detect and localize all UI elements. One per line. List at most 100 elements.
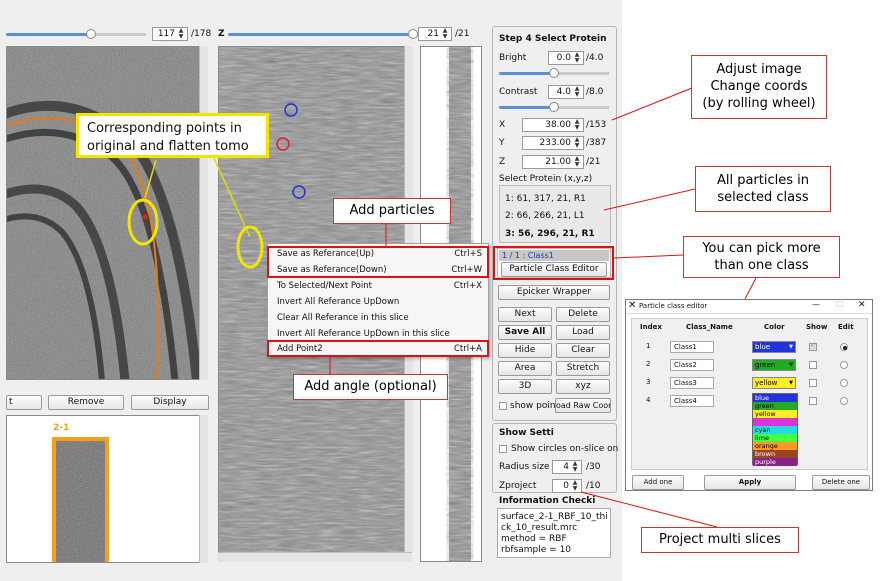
color-option[interactable]: yellow bbox=[753, 410, 797, 418]
class-table: Index Class_Name Color Show Edit 1 Class1… bbox=[631, 318, 868, 470]
slice-max-left: /178 bbox=[191, 29, 212, 39]
clear-button[interactable]: Clear bbox=[556, 343, 610, 358]
close-icon[interactable]: ✕ bbox=[858, 300, 866, 310]
z-label: Z bbox=[218, 29, 225, 39]
spin-arrows-icon[interactable]: ▲ ▼ bbox=[176, 28, 186, 40]
spin-arrows-icon[interactable]: ▲ ▼ bbox=[572, 86, 582, 98]
radius-size-label: Radius size bbox=[499, 462, 550, 472]
color-option[interactable]: cyan bbox=[753, 426, 797, 434]
bright-max: /4.0 bbox=[586, 53, 604, 63]
spin-arrows-icon[interactable]: ▲ ▼ bbox=[570, 461, 580, 473]
class-color-select[interactable]: blue ▼ bbox=[752, 341, 796, 353]
menu-item-invert-all[interactable]: Invert All Referance UpDown bbox=[268, 295, 488, 310]
original-tomo-view[interactable] bbox=[6, 46, 208, 380]
original-view-scrollbar[interactable] bbox=[199, 46, 208, 380]
thumbnail-item[interactable] bbox=[52, 437, 109, 562]
protein-item-selected[interactable]: 3: 56, 296, 21, R1 bbox=[505, 229, 595, 239]
y-spinbox[interactable]: 233.00 ▲ ▼ bbox=[522, 136, 584, 150]
class-name-input[interactable]: Class3 bbox=[670, 377, 714, 389]
class-edit-radio[interactable] bbox=[840, 343, 848, 351]
delete-button[interactable]: Delete bbox=[556, 307, 610, 322]
apply-button[interactable]: Apply bbox=[704, 475, 796, 490]
display-button[interactable]: Display bbox=[131, 395, 209, 410]
x-spinbox[interactable]: 38.00 ▲ ▼ bbox=[522, 118, 584, 132]
xyz-button[interactable]: xyz bbox=[556, 379, 610, 394]
add-one-button[interactable]: Add one bbox=[632, 475, 684, 490]
color-option[interactable] bbox=[753, 418, 797, 426]
minimize-icon[interactable]: — bbox=[812, 300, 820, 309]
protein-list[interactable]: 1: 61, 317, 21, R1 2: 66, 266, 21, L1 3:… bbox=[499, 185, 611, 243]
z-slice-slider[interactable] bbox=[228, 29, 418, 39]
color-dropdown-list[interactable]: blue green yellow cyan lime orange brown purple bbox=[752, 393, 798, 466]
color-option[interactable]: purple bbox=[753, 458, 797, 466]
load-raw-coord-button[interactable]: oad Raw Coor bbox=[555, 398, 611, 413]
contrast-spinbox[interactable]: 4.0 ▲ ▼ bbox=[548, 85, 584, 99]
add-angle-callout: Add angle (optional) bbox=[293, 374, 448, 400]
bright-spinbox[interactable]: 0.0 ▲ ▼ bbox=[548, 51, 584, 65]
class-name-input[interactable]: Class2 bbox=[670, 359, 714, 371]
class-show-checkbox[interactable] bbox=[809, 361, 817, 369]
delete-one-button[interactable]: Delete one bbox=[812, 475, 870, 490]
spin-arrows-icon[interactable]: ▲ ▼ bbox=[440, 28, 450, 40]
class-color-select[interactable]: green ▼ bbox=[752, 359, 796, 371]
spin-arrows-icon[interactable]: ▲ ▼ bbox=[572, 137, 582, 149]
project-multi-callout: Project multi slices bbox=[641, 527, 799, 553]
color-option[interactable]: orange bbox=[753, 442, 797, 450]
class-show-checkbox[interactable]: ✓ bbox=[809, 341, 817, 351]
spin-arrows-icon[interactable]: ▲ ▼ bbox=[572, 52, 582, 64]
protein-item[interactable]: 2: 66, 266, 21, L1 bbox=[505, 211, 585, 221]
class-color-select[interactable]: yellow ▼ bbox=[752, 377, 796, 389]
show-point-checkbox[interactable] bbox=[499, 402, 507, 410]
bright-slider[interactable] bbox=[499, 68, 609, 78]
contrast-slider[interactable] bbox=[499, 102, 609, 112]
menu-item-clear-slice[interactable]: Clear All Referance in this slice bbox=[268, 311, 488, 326]
3d-button[interactable]: 3D bbox=[498, 379, 552, 394]
class-edit-radio[interactable] bbox=[840, 397, 848, 405]
class-edit-radio[interactable] bbox=[840, 379, 848, 387]
show-circles-checkbox[interactable] bbox=[499, 445, 507, 453]
epicker-wrapper-button[interactable]: Epicker Wrapper bbox=[498, 285, 610, 300]
color-option[interactable]: brown bbox=[753, 450, 797, 458]
maximize-icon[interactable]: ☐ bbox=[836, 300, 843, 309]
next-button[interactable]: Next bbox=[498, 307, 552, 322]
color-option[interactable]: blue bbox=[753, 394, 797, 402]
dialog-titlebar: ✕ Particle class editor — ☐ ✕ bbox=[626, 300, 872, 314]
all-particles-callout: All particles in selected class bbox=[695, 166, 831, 212]
load-button[interactable]: Load bbox=[556, 325, 610, 340]
z-spinbox[interactable]: 21.00 ▲ ▼ bbox=[522, 155, 584, 169]
contrast-slider-handle[interactable] bbox=[549, 102, 559, 112]
save-all-button[interactable]: Save All bbox=[498, 325, 552, 340]
radio-dot-icon bbox=[843, 346, 847, 350]
app-x-icon: ✕ bbox=[628, 300, 637, 311]
left-action-button[interactable]: t bbox=[6, 395, 42, 410]
thumbnail-panel: 2-1 bbox=[6, 415, 208, 563]
stretch-button[interactable]: Stretch bbox=[556, 361, 610, 376]
dialog-title: Particle class editor bbox=[639, 302, 708, 310]
color-option[interactable]: green bbox=[753, 402, 797, 410]
area-button[interactable]: Area bbox=[498, 361, 552, 376]
menu-item-next-point[interactable]: To Selected/Next Point Ctrl+X bbox=[268, 279, 488, 294]
bright-slider-handle[interactable] bbox=[549, 68, 559, 78]
z-slice-spinbox[interactable]: 21 ▲ ▼ bbox=[418, 27, 452, 41]
header-show: Show bbox=[806, 323, 828, 331]
slice-spinbox-left[interactable]: 117 ▲ ▼ bbox=[152, 27, 188, 41]
spin-arrows-icon[interactable]: ▲ ▼ bbox=[570, 480, 580, 492]
information-textbox[interactable]: surface_2-1_RBF_10_thi ck_10_result.mrc … bbox=[497, 508, 611, 558]
flatten-hscrollbar[interactable] bbox=[218, 552, 412, 562]
color-option[interactable]: lime bbox=[753, 434, 797, 442]
original-tomo-image bbox=[7, 47, 207, 379]
protein-item[interactable]: 1: 61, 317, 21, R1 bbox=[505, 194, 586, 204]
spin-arrows-icon[interactable]: ▲ ▼ bbox=[572, 156, 582, 168]
remove-button[interactable]: Remove bbox=[48, 395, 124, 410]
spin-arrows-icon[interactable]: ▲ ▼ bbox=[572, 119, 582, 131]
radius-size-spinbox[interactable]: 4 ▲ ▼ bbox=[552, 460, 582, 474]
slice-slider-left[interactable] bbox=[6, 29, 146, 39]
hide-button[interactable]: Hide bbox=[498, 343, 552, 358]
class-show-checkbox[interactable] bbox=[809, 397, 817, 405]
class-name-input[interactable]: Class4 bbox=[670, 395, 714, 407]
zproject-spinbox[interactable]: 0 ▲ ▼ bbox=[552, 479, 582, 493]
thumbnail-scrollbar[interactable] bbox=[199, 415, 208, 563]
class-name-input[interactable]: Class1 bbox=[670, 341, 714, 353]
class-edit-radio[interactable] bbox=[840, 361, 848, 369]
class-show-checkbox[interactable] bbox=[809, 379, 817, 387]
